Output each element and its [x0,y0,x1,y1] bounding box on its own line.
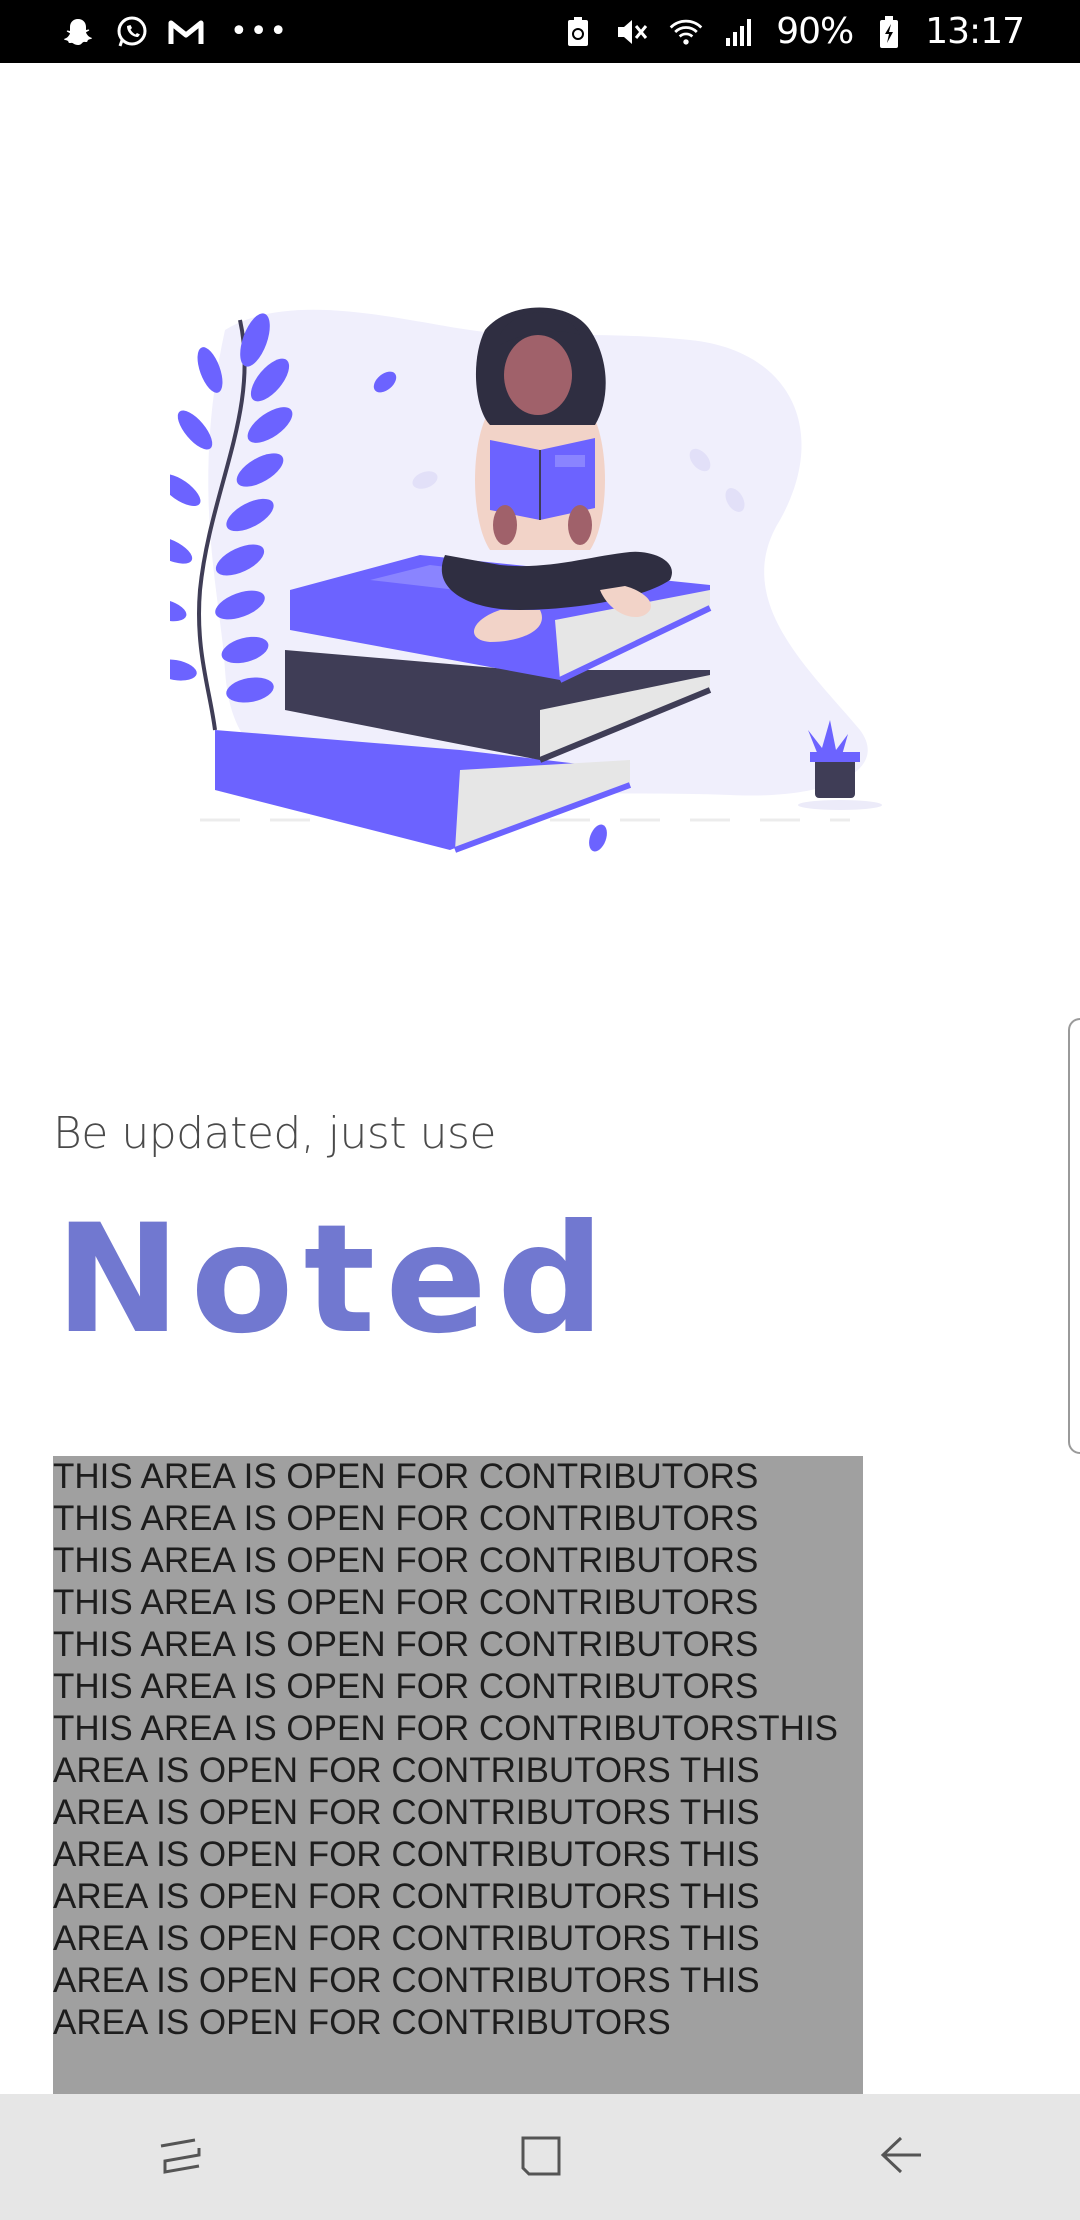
reading-illustration [143,290,910,890]
navigation-bar [0,2094,1080,2220]
mute-icon [614,14,650,50]
snapchat-icon [60,14,96,50]
recents-icon [155,2130,205,2184]
home-icon [515,2130,565,2184]
more-dots-icon: ••• [230,14,290,49]
home-button[interactable] [480,2107,600,2207]
battery-percent: 90% [776,11,854,52]
recents-button[interactable] [120,2107,240,2207]
whatsapp-icon [114,14,150,50]
subtitle: Be updated, just use [53,1108,496,1159]
contributors-area: THIS AREA IS OPEN FOR CONTRIBUTORS THIS … [53,1456,863,2094]
status-left-icons: ••• [60,14,289,50]
edge-panel-handle[interactable] [1068,1018,1080,1454]
battery-saver-icon [560,14,596,50]
wifi-icon [668,14,704,50]
app-name: Noted [55,1193,615,1367]
signal-icon [722,14,758,50]
status-bar: ••• 90% 13:17 [0,0,1080,63]
back-icon [875,2130,925,2184]
battery-charging-icon [871,14,907,50]
gmail-icon [168,14,204,50]
contributors-text: THIS AREA IS OPEN FOR CONTRIBUTORS THIS … [53,1457,839,2042]
clock: 13:17 [925,11,1025,52]
back-button[interactable] [840,2107,960,2207]
status-right-icons: 90% 13:17 [560,11,1025,52]
